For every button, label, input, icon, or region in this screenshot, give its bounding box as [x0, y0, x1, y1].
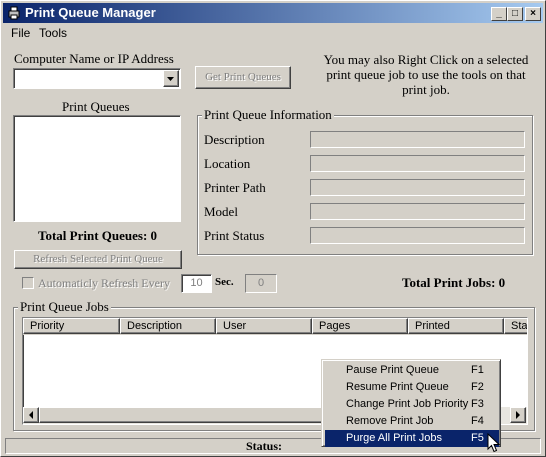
- combo-dropdown-button[interactable]: [163, 70, 179, 87]
- jobs-header-row: Priority Description User Pages Printed …: [23, 318, 527, 335]
- arrow-right-icon: [516, 411, 520, 419]
- job-context-menu: Pause Print Queue F1 Resume Print Queue …: [321, 359, 501, 447]
- total-print-queues: Total Print Queues: 0: [38, 228, 158, 243]
- arrow-left-icon: [29, 411, 33, 419]
- col-priority[interactable]: Priority: [23, 318, 120, 334]
- menu-purge-all-jobs[interactable]: Purge All Print Jobs F5: [325, 430, 499, 447]
- seconds-label: Sec.: [215, 276, 234, 288]
- scroll-left-button[interactable]: [23, 407, 39, 423]
- menu-pause-queue-key: F1: [471, 364, 484, 376]
- col-description[interactable]: Description: [120, 318, 216, 334]
- status-label: Status:: [246, 439, 283, 453]
- menu-resume-queue[interactable]: Resume Print Queue F2: [325, 379, 499, 396]
- printer-icon: [8, 6, 20, 20]
- menu-change-priority-key: F3: [471, 398, 484, 410]
- print-status-label: Print Status: [204, 228, 265, 243]
- refresh-interval-input[interactable]: 10: [181, 274, 212, 293]
- location-label: Location: [204, 156, 251, 171]
- menu-pause-queue[interactable]: Pause Print Queue F1: [325, 362, 499, 379]
- auto-refresh-checkbox[interactable]: [22, 277, 34, 289]
- print-queues-label: Print Queues: [62, 99, 130, 114]
- menu-change-priority[interactable]: Change Print Job Priority F3: [325, 396, 499, 413]
- description-label: Description: [204, 132, 265, 147]
- minimize-button[interactable]: _: [491, 7, 507, 21]
- queue-info-legend: Print Queue Information: [202, 107, 334, 123]
- menu-bar: File Tools: [3, 24, 543, 42]
- col-user[interactable]: User: [216, 318, 312, 334]
- menu-remove-job-label: Remove Print Job: [346, 415, 434, 427]
- computer-name-label: Computer Name or IP Address: [14, 51, 174, 66]
- print-status-field: [310, 227, 525, 244]
- location-field: [310, 155, 525, 172]
- menu-resume-queue-key: F2: [471, 381, 484, 393]
- title-bar[interactable]: Print Queue Manager _ □ ×: [3, 3, 543, 23]
- printer-path-field: [310, 179, 525, 196]
- print-queues-list[interactable]: [13, 115, 181, 222]
- print-jobs-legend: Print Queue Jobs: [18, 299, 111, 315]
- window-title: Print Queue Manager: [25, 5, 156, 20]
- total-print-jobs: Total Print Jobs: 0: [402, 275, 506, 290]
- close-button[interactable]: ×: [525, 7, 541, 21]
- menu-resume-queue-label: Resume Print Queue: [346, 381, 449, 393]
- menu-tools[interactable]: Tools: [39, 26, 67, 40]
- refresh-countdown: 0: [245, 274, 277, 293]
- menu-change-priority-label: Change Print Job Priority: [346, 398, 469, 410]
- right-click-hint: You may also Right Click on a selected p…: [323, 52, 529, 97]
- menu-purge-all-jobs-key: F5: [471, 432, 484, 444]
- menu-pause-queue-label: Pause Print Queue: [346, 364, 439, 376]
- chevron-down-icon: [167, 77, 174, 81]
- model-field: [310, 203, 525, 220]
- menu-purge-all-jobs-label: Purge All Print Jobs: [346, 432, 442, 444]
- get-print-queues-button[interactable]: Get Print Queues: [195, 66, 291, 89]
- menu-file[interactable]: File: [11, 26, 30, 40]
- description-field: [310, 131, 525, 148]
- col-pages[interactable]: Pages: [312, 318, 408, 334]
- scroll-thumb[interactable]: [39, 407, 329, 423]
- mouse-cursor-icon: [487, 433, 501, 453]
- maximize-button[interactable]: □: [507, 7, 523, 21]
- menu-remove-job[interactable]: Remove Print Job F4: [325, 413, 499, 430]
- menu-remove-job-key: F4: [471, 415, 484, 427]
- computer-name-combo[interactable]: [13, 68, 181, 89]
- scroll-right-button[interactable]: [510, 407, 526, 423]
- col-printed[interactable]: Printed: [408, 318, 504, 334]
- refresh-queue-button[interactable]: Refresh Selected Print Queue: [14, 250, 182, 269]
- printer-path-label: Printer Path: [204, 180, 266, 195]
- auto-refresh-label: Automaticly Refresh Every: [38, 276, 170, 290]
- model-label: Model: [204, 204, 238, 219]
- col-status[interactable]: Sta: [504, 318, 527, 334]
- main-window: Print Queue Manager _ □ × File Tools Com…: [0, 0, 546, 457]
